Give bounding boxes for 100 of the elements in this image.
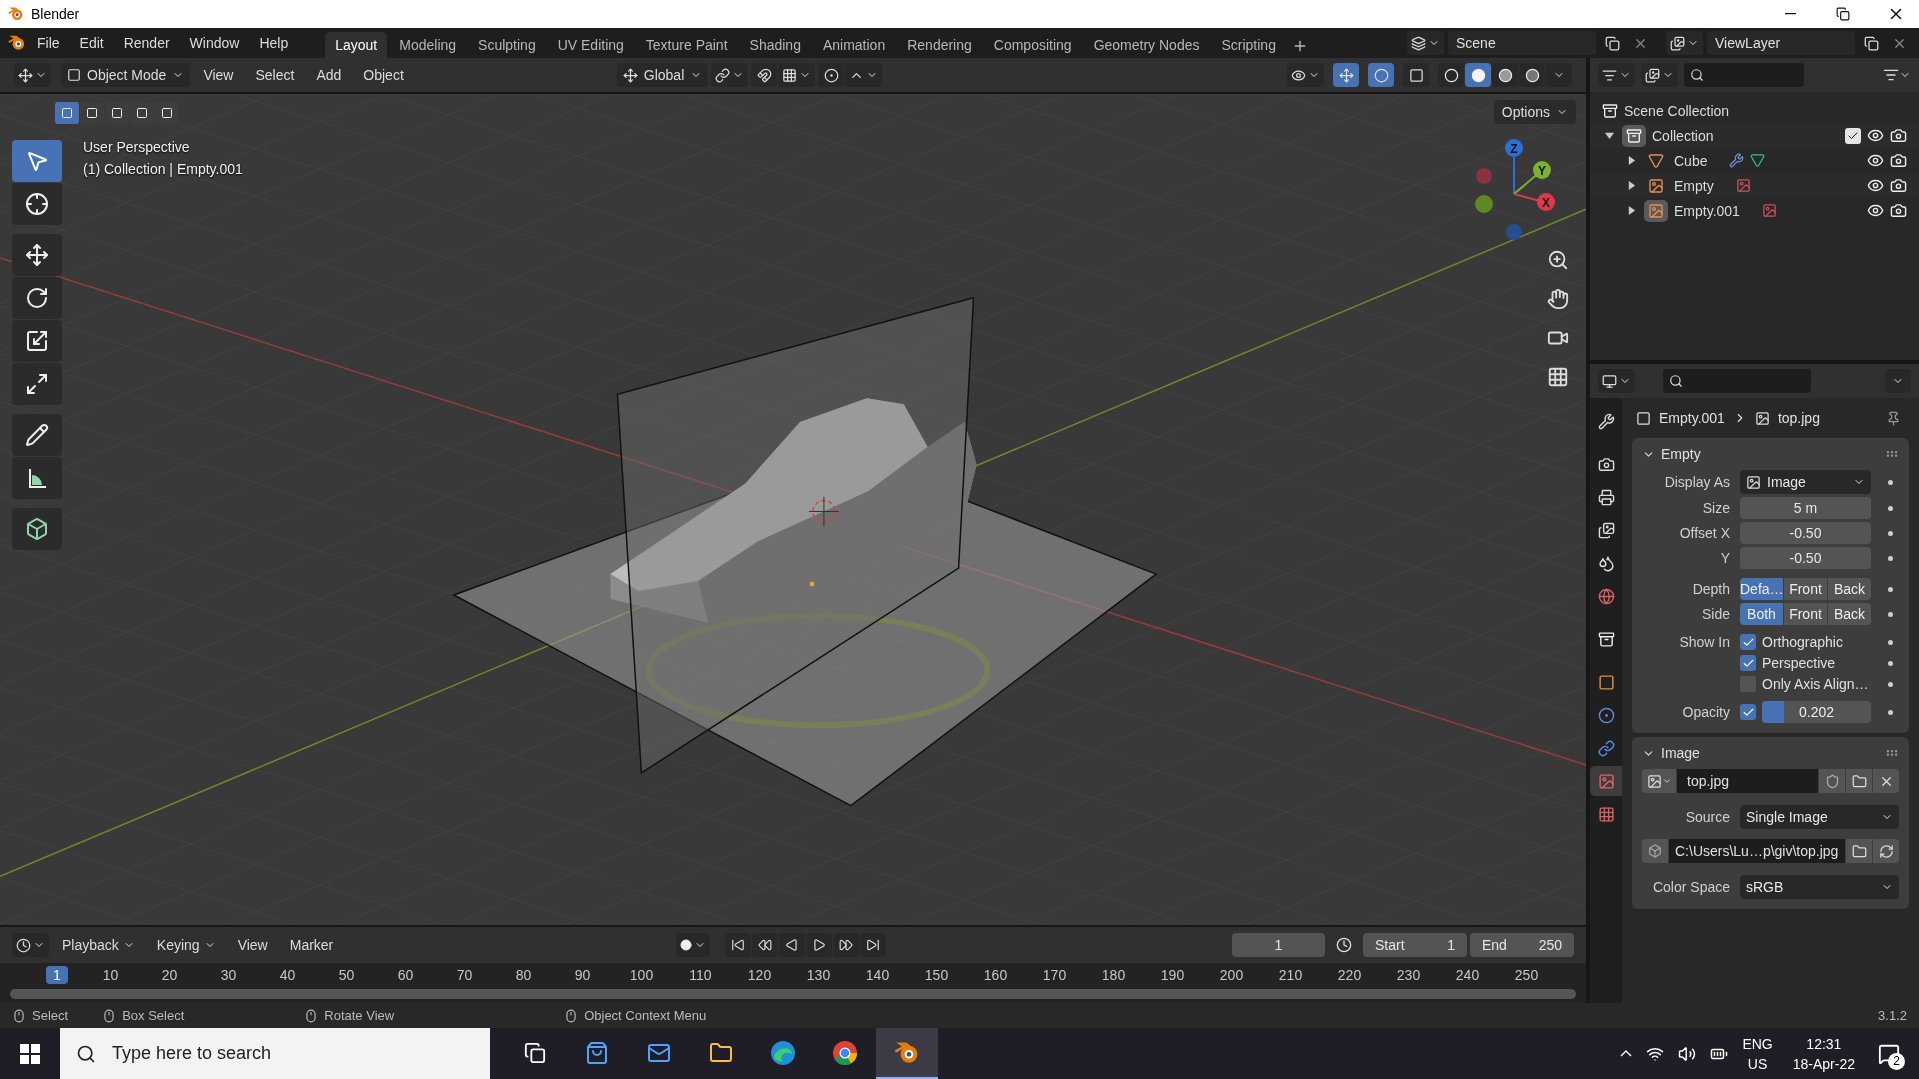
workspace-tab[interactable]: Texture Paint — [635, 32, 738, 58]
frame-number: 190 — [1159, 966, 1186, 984]
outliner-item-name[interactable]: Empty — [1674, 177, 1714, 194]
mode-dropdown[interactable]: Object Mode — [61, 63, 191, 87]
viewport-menu-item[interactable]: Select — [246, 63, 304, 87]
current-frame-field[interactable]: 1 — [1232, 933, 1325, 957]
status-hint: Rotate View — [324, 1008, 395, 1023]
filepath-field[interactable]: C:\Users\Lu…p\giv\top.jpg — [1669, 839, 1845, 863]
frame-number: 220 — [1336, 966, 1363, 984]
frame-number: 50 — [337, 966, 356, 984]
breadcrumb-item: Empty.001 — [1659, 410, 1725, 426]
menu-item[interactable]: Edit — [70, 31, 113, 55]
segment-option[interactable]: Both — [1740, 603, 1783, 625]
frame-number: 130 — [805, 966, 832, 984]
workspace-tab[interactable]: Modeling — [389, 32, 467, 58]
checkbox-label: Orthographic — [1762, 634, 1843, 650]
frame-number: 100 — [628, 966, 655, 984]
property-label: Source — [1684, 809, 1730, 825]
segment-option[interactable]: Front — [1784, 603, 1827, 625]
start-frame-field[interactable]: Start 1 — [1363, 933, 1467, 957]
image-name-field[interactable]: top.jpg — [1677, 769, 1818, 793]
frame-number: 30 — [219, 966, 238, 984]
menu-item[interactable]: Render — [114, 31, 179, 55]
outliner-item-name[interactable]: Cube — [1674, 152, 1708, 169]
workspace-tab[interactable]: UV Editing — [547, 32, 634, 58]
notifications-button[interactable]: 2 — [1869, 1033, 1909, 1074]
panel-header[interactable]: Empty — [1642, 438, 1899, 470]
property-label: Depth — [1691, 581, 1730, 597]
frame-number: 160 — [982, 966, 1009, 984]
property-label: Display As — [1663, 474, 1730, 490]
frame-number: 10 — [101, 966, 120, 984]
frame-number: 240 — [1454, 966, 1481, 984]
workspace-tab[interactable]: Sculpting — [468, 32, 546, 58]
property-label: Size — [1701, 500, 1730, 516]
display-as-dropdown[interactable]: Image — [1740, 470, 1871, 494]
segment-option[interactable]: Defa… — [1740, 578, 1783, 600]
workspace-tab[interactable]: Scripting — [1211, 32, 1286, 58]
region-text: US — [1747, 1054, 1768, 1074]
timeline-menu-item[interactable]: Marker — [280, 933, 343, 957]
frame-number: 140 — [864, 966, 891, 984]
frame-number: 80 — [514, 966, 533, 984]
frame-number: 20 — [160, 966, 179, 984]
clock-time: 12:31 — [1806, 1034, 1842, 1054]
segment-option[interactable]: Front — [1784, 578, 1827, 600]
search-input[interactable]: Type here to search — [110, 1042, 474, 1065]
source-dropdown[interactable]: Single Image — [1740, 805, 1899, 829]
workspace-tab[interactable]: Rendering — [897, 32, 982, 58]
breadcrumb-item: top.jpg — [1777, 410, 1820, 426]
language-text: ENG — [1742, 1034, 1773, 1054]
panel-header[interactable]: Image — [1642, 737, 1899, 769]
frame-number: 170 — [1041, 966, 1068, 984]
notification-count: 2 — [1888, 1052, 1905, 1070]
status-hint: Object Context Menu — [584, 1008, 707, 1023]
menu-item[interactable]: Help — [250, 31, 298, 55]
property-label: Offset X — [1678, 525, 1730, 541]
frame-number: 230 — [1395, 966, 1422, 984]
timeline-menu-item[interactable]: View — [228, 933, 277, 957]
property-label: Show In — [1678, 634, 1730, 650]
frame-number: 150 — [923, 966, 950, 984]
menu-item[interactable]: Window — [180, 31, 249, 55]
workspace-tab[interactable]: Layout — [325, 32, 388, 58]
property-label: Color Space — [1651, 879, 1730, 895]
property-label: Side — [1700, 606, 1730, 622]
navigation-gizmo-drawing: Z Y X — [1462, 134, 1562, 244]
segment-option[interactable]: Back — [1828, 603, 1871, 625]
size-field[interactable]: 5 m — [1740, 497, 1871, 519]
outliner-item-name[interactable]: Empty.001 — [1674, 202, 1740, 219]
color-space-dropdown[interactable]: sRGB — [1740, 875, 1899, 899]
outliner-item-name[interactable]: Collection — [1652, 127, 1714, 144]
viewport-info-text: User Perspective — [83, 139, 191, 155]
window-title: Blender — [31, 6, 81, 22]
workspace-tab[interactable]: Geometry Nodes — [1083, 32, 1210, 58]
offset-y-field[interactable]: -0.50 — [1740, 547, 1871, 569]
version-text: 3.1.2 — [1878, 1008, 1907, 1023]
timeline-menu-item[interactable]: Playback — [53, 933, 144, 957]
scene-field[interactable]: Scene — [1448, 31, 1596, 55]
status-hint: Box Select — [122, 1008, 185, 1023]
opacity-slider[interactable]: 0.202 — [1762, 701, 1871, 723]
segment-option[interactable]: Back — [1828, 578, 1871, 600]
frame-number: 250 — [1513, 966, 1540, 984]
workspace-tab[interactable]: Compositing — [983, 32, 1082, 58]
viewport-menu-item[interactable]: View — [194, 63, 243, 87]
view-layer-field[interactable]: ViewLayer — [1707, 31, 1855, 55]
orientation-dropdown[interactable]: Global — [616, 63, 709, 87]
workspace-tab[interactable]: Shading — [739, 32, 811, 58]
frame-number: 200 — [1218, 966, 1245, 984]
3d-viewport[interactable]: Options User Perspective (1) Collection | Empty.001 Z Y X — [0, 94, 1586, 925]
frame-number: 90 — [573, 966, 592, 984]
end-frame-field[interactable]: End 250 — [1470, 933, 1574, 957]
offset-x-field[interactable]: -0.50 — [1740, 522, 1871, 544]
taskbar-search-field[interactable]: Type here to search — [60, 1028, 490, 1079]
viewport-menu-item[interactable]: Add — [307, 63, 351, 87]
timeline-menu-item[interactable]: Keying — [147, 933, 225, 957]
workspace-tab[interactable]: Animation — [812, 32, 896, 58]
options-dropdown[interactable]: Options — [1493, 100, 1576, 124]
viewport-menu-item[interactable]: Object — [354, 63, 413, 87]
menu-item[interactable]: File — [28, 31, 69, 55]
frame-number: 1 — [46, 966, 68, 984]
outliner-item-name[interactable]: Scene Collection — [1624, 102, 1730, 119]
frame-number: 120 — [746, 966, 773, 984]
